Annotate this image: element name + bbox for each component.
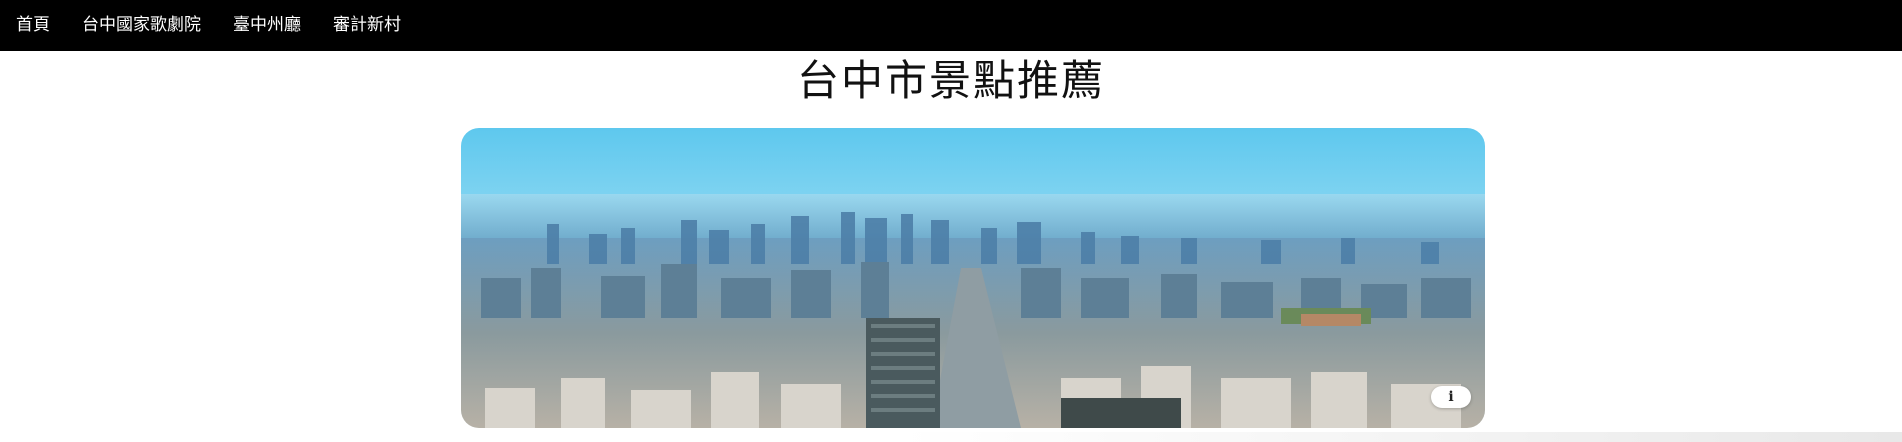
info-icon: i [1448, 389, 1454, 405]
image-info-button[interactable]: i [1431, 386, 1471, 408]
top-navigation-bar: 首頁 台中國家歌劇院 臺中州廳 審計新村 [0, 0, 1902, 51]
nav-link-home[interactable]: 首頁 [0, 0, 66, 51]
nav-link-taichung-prefecture-hall[interactable]: 臺中州廳 [217, 0, 317, 51]
page-title: 台中市景點推薦 [796, 56, 1105, 105]
nav-link-shenji-new-village[interactable]: 審計新村 [317, 0, 417, 51]
city-skyline-illustration [461, 128, 1485, 428]
hero-city-image: i [461, 128, 1485, 428]
bottom-shadow-divider [900, 432, 1902, 442]
nav-link-national-theater[interactable]: 台中國家歌劇院 [66, 0, 217, 51]
